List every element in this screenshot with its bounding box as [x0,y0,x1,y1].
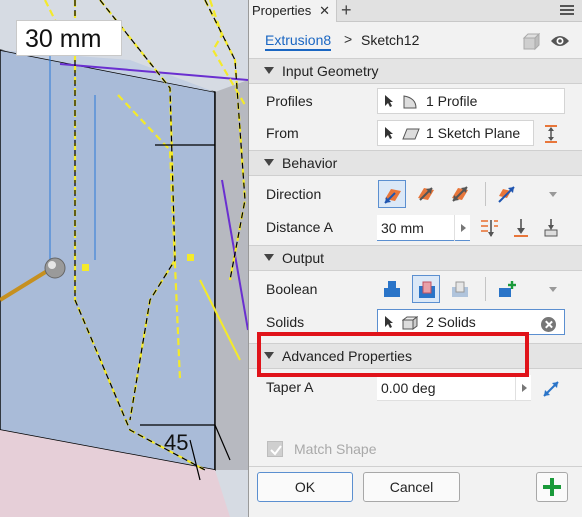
flip-offset-icon[interactable] [543,124,559,147]
direction-symmetric-button[interactable] [446,180,474,208]
taper-value: 0.00 deg [381,380,436,396]
solid-body-icon [401,316,419,333]
boolean-cut-button[interactable] [412,275,440,303]
hamburger-menu-icon[interactable] [560,3,574,17]
section-title: Behavior [282,155,338,171]
taper-input[interactable]: 0.00 deg [377,375,531,401]
direction-default-button[interactable] [378,180,406,208]
select-arrow-icon [384,126,394,143]
section-title: Output [282,250,325,266]
ok-button[interactable]: OK [257,472,353,502]
green-plus-icon [543,478,561,496]
tab-properties-label: Properties [252,3,312,18]
3d-viewport[interactable]: 30 mm 45 [0,0,248,517]
extent-through-icon[interactable] [479,218,499,241]
from-label: From [266,125,299,141]
section-output[interactable]: Output [249,245,582,271]
breadcrumb-feature-link[interactable]: Extrusion8 [265,32,332,51]
match-shape-label: Match Shape [294,441,377,457]
direction-flipped-icon [418,187,434,201]
boolean-new-solid-button[interactable] [493,275,521,303]
profiles-selector[interactable]: 1 Profile [377,88,565,114]
cut-icon [419,281,435,298]
collapse-triangle-icon [264,254,274,261]
direction-asymmetric-button[interactable] [493,180,521,208]
tab-properties[interactable]: Properties ✕ [249,0,337,22]
join-icon [384,281,400,297]
boolean-label: Boolean [266,281,318,297]
profiles-value: 1 Profile [426,93,478,109]
taper-spin-button[interactable] [515,375,531,401]
boolean-row: Boolean [249,271,582,305]
direction-label: Direction [266,186,322,202]
cube-icon[interactable] [522,32,541,54]
boolean-dropdown-caret-icon[interactable] [549,287,557,292]
direction-dropdown-caret-icon[interactable] [549,192,557,197]
distance-dimension-input[interactable]: 30 mm [16,20,122,56]
boolean-join-button[interactable] [378,275,406,303]
distance-row: Distance A 30 mm [249,210,582,245]
direction-asymmetric-icon [498,186,515,203]
from-value: 1 Sketch Plane [426,125,521,141]
from-row: From 1 Sketch Plane [249,117,582,150]
sketch-plane-icon [402,127,420,143]
direction-row: Direction [249,176,582,210]
extent-between-icon[interactable] [541,218,561,241]
distance-input[interactable]: 30 mm [377,215,470,241]
select-arrow-icon [384,94,394,111]
toolbar-separator [485,182,486,206]
close-tab-icon[interactable]: ✕ [319,0,330,22]
select-arrow-icon [384,315,394,332]
section-behavior[interactable]: Behavior [249,150,582,176]
breadcrumb: Extrusion8 > Sketch12 [249,22,582,58]
collapse-triangle-icon [264,67,274,74]
panel-tab-bar: Properties ✕ + [249,0,582,22]
eye-icon[interactable] [550,34,570,51]
angle-dimension-label: 45 [164,430,189,455]
toolbar-separator [485,277,486,301]
from-selector[interactable]: 1 Sketch Plane [377,120,534,146]
intersect-icon [452,281,468,297]
distance-spin-button[interactable] [454,215,470,241]
extent-to-icon[interactable] [511,218,531,241]
profile-icon [402,95,418,112]
properties-panel: Properties ✕ + Extrusion8 > Sketch12 Inp… [248,0,582,517]
taper-direction-icon[interactable] [541,379,561,402]
taper-label: Taper A [266,379,314,395]
distance-label: Distance A [266,219,333,235]
solids-highlight-box [257,332,529,377]
footer-divider [249,466,582,467]
section-title: Input Geometry [282,63,379,79]
profiles-row: Profiles 1 Profile [249,84,582,117]
solids-value: 2 Solids [426,314,476,330]
model-canvas[interactable] [0,0,248,517]
new-solid-icon [499,281,516,297]
direction-symmetric-icon [452,186,468,202]
boolean-intersect-button[interactable] [446,275,474,303]
direction-flipped-button[interactable] [412,180,440,208]
add-tab-icon[interactable]: + [341,0,352,21]
solids-label: Solids [266,314,305,330]
match-shape-checkbox[interactable] [267,441,283,457]
clear-selection-icon[interactable] [541,317,556,332]
section-input-geometry[interactable]: Input Geometry [249,58,582,84]
add-feature-button[interactable] [536,472,568,502]
collapse-triangle-icon [264,159,274,166]
breadcrumb-separator: > [344,31,353,47]
profiles-label: Profiles [266,93,313,109]
direction-default-icon [384,189,401,204]
checkmark-icon [270,445,282,456]
breadcrumb-sketch[interactable]: Sketch12 [361,32,419,48]
cancel-button[interactable]: Cancel [363,472,460,502]
distance-value: 30 mm [381,220,424,236]
